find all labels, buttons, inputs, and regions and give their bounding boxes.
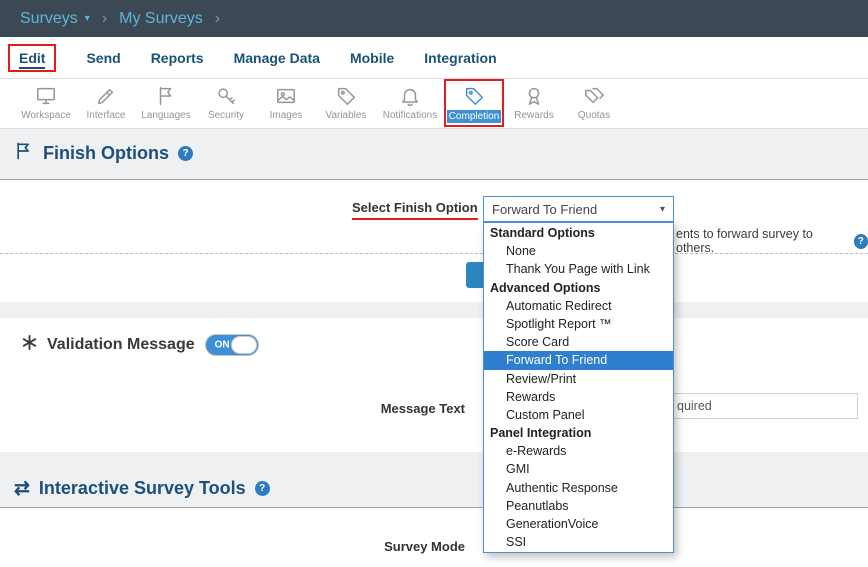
workspace-icon: [35, 84, 57, 108]
toolbar-item-images[interactable]: Images: [256, 79, 316, 121]
select-finish-option-label: Select Finish Option: [352, 200, 478, 215]
toolbar-item-label: Notifications: [383, 110, 437, 121]
breadcrumb-my-surveys[interactable]: My Surveys: [119, 10, 203, 28]
menu-item-mobile[interactable]: Mobile: [350, 50, 394, 66]
images-icon: [275, 84, 297, 108]
menu-item-reports[interactable]: Reports: [151, 50, 204, 66]
validation-message-header: Validation Message ON: [22, 334, 259, 356]
languages-icon: [155, 84, 177, 108]
toolbar-item-variables[interactable]: Variables: [316, 79, 376, 121]
surveys-menu[interactable]: Surveys ▾: [20, 10, 90, 28]
dropdown-group-header: Panel Integration: [484, 424, 673, 442]
caret-down-icon: ▾: [85, 13, 90, 24]
notifications-icon: [399, 84, 421, 108]
menu-item-manage-data[interactable]: Manage Data: [234, 50, 320, 66]
variables-icon: [335, 84, 357, 108]
select-caret-icon: ▾: [660, 204, 665, 215]
forward-help-text: ents to forward survey to others. ?: [676, 227, 868, 255]
help-icon[interactable]: ?: [255, 481, 270, 496]
toolbar-item-label: Rewards: [514, 110, 553, 121]
app-screen: Surveys ▾ › My Surveys › Edit Send Repor…: [0, 0, 868, 567]
dropdown-option[interactable]: e-Rewards: [484, 442, 673, 460]
dropdown-option[interactable]: SSI: [484, 533, 673, 551]
menu-item-edit-label: Edit: [19, 50, 45, 69]
topbar: Surveys ▾ › My Surveys ›: [0, 0, 868, 37]
page-title: Finish Options: [43, 143, 169, 164]
dropdown-option[interactable]: None: [484, 242, 673, 260]
breadcrumb-separator-icon: ›: [102, 10, 107, 28]
toggle-on-label: ON: [215, 340, 230, 351]
dashed-divider: [0, 253, 868, 254]
dropdown-option[interactable]: Peanutlabs: [484, 497, 673, 515]
toolbar-item-label: Images: [270, 110, 303, 121]
swap-arrows-icon: ⇄: [14, 477, 30, 500]
toolbar-item-label: Completion: [447, 110, 502, 123]
interactive-tools-header: ⇄ Interactive Survey Tools ?: [14, 477, 270, 500]
menubar: Edit Send Reports Manage Data Mobile Int…: [0, 37, 868, 79]
breadcrumb-separator-icon: ›: [215, 10, 220, 28]
interface-icon: [95, 84, 117, 108]
flag-icon: [14, 141, 34, 166]
rewards-icon: [523, 84, 545, 108]
validation-toggle[interactable]: ON: [205, 334, 259, 356]
finish-option-select[interactable]: Forward To Friend ▾: [483, 196, 674, 222]
toolbar-item-rewards[interactable]: Rewards: [504, 79, 564, 121]
dropdown-option[interactable]: Custom Panel: [484, 406, 673, 424]
security-icon: [215, 84, 237, 108]
toolbar: Workspace Interface Languages Security I…: [0, 79, 868, 129]
dropdown-option[interactable]: Authentic Response: [484, 479, 673, 497]
help-icon[interactable]: ?: [854, 234, 868, 249]
dropdown-option[interactable]: Automatic Redirect: [484, 297, 673, 315]
finish-option-dropdown-list: Standard Options None Thank You Page wit…: [483, 222, 674, 553]
completion-icon: [463, 84, 485, 108]
toggle-knob: [231, 336, 257, 354]
dropdown-option-selected[interactable]: Forward To Friend: [484, 351, 673, 369]
toolbar-item-label: Interface: [87, 110, 126, 121]
dropdown-group-header: Standard Options: [484, 224, 673, 242]
survey-mode-label: Survey Mode: [330, 539, 465, 554]
toolbar-item-label: Quotas: [578, 110, 610, 121]
dropdown-option[interactable]: GenerationVoice: [484, 515, 673, 533]
toolbar-item-notifications[interactable]: Notifications: [376, 79, 444, 121]
message-text-value-fragment: quired: [677, 399, 712, 413]
message-text-label: Message Text: [330, 401, 465, 416]
quotas-icon: [583, 84, 605, 108]
interactive-tools-content: [0, 508, 868, 567]
dropdown-option[interactable]: Rewards: [484, 388, 673, 406]
dropdown-option[interactable]: Thank You Page with Link: [484, 260, 673, 278]
dropdown-option[interactable]: Review/Print: [484, 370, 673, 388]
dropdown-option[interactable]: GMI: [484, 460, 673, 478]
interactive-tools-title: Interactive Survey Tools: [39, 478, 246, 499]
finish-options-header: Finish Options ?: [14, 141, 193, 166]
toolbar-item-security[interactable]: Security: [196, 79, 256, 121]
toolbar-item-quotas[interactable]: Quotas: [564, 79, 624, 121]
surveys-menu-label: Surveys: [20, 10, 78, 28]
finish-option-select-value: Forward To Friend: [492, 202, 660, 217]
dropdown-group-header: Advanced Options: [484, 279, 673, 297]
menu-item-edit[interactable]: Edit: [8, 44, 56, 72]
toolbar-item-completion[interactable]: Completion: [444, 79, 504, 127]
toolbar-item-workspace[interactable]: Workspace: [16, 79, 76, 121]
toolbar-item-interface[interactable]: Interface: [76, 79, 136, 121]
validation-message-title: Validation Message: [47, 336, 195, 354]
toolbar-item-label: Security: [208, 110, 244, 121]
asterisk-icon: [22, 335, 37, 355]
dropdown-option[interactable]: Score Card: [484, 333, 673, 351]
help-icon[interactable]: ?: [178, 146, 193, 161]
toolbar-item-label: Workspace: [21, 110, 71, 121]
toolbar-item-label: Variables: [326, 110, 367, 121]
toolbar-item-label: Languages: [141, 110, 191, 121]
menu-item-send[interactable]: Send: [86, 50, 120, 66]
dropdown-option[interactable]: Spotlight Report ™: [484, 315, 673, 333]
toolbar-item-languages[interactable]: Languages: [136, 79, 196, 121]
menu-item-integration[interactable]: Integration: [424, 50, 496, 66]
